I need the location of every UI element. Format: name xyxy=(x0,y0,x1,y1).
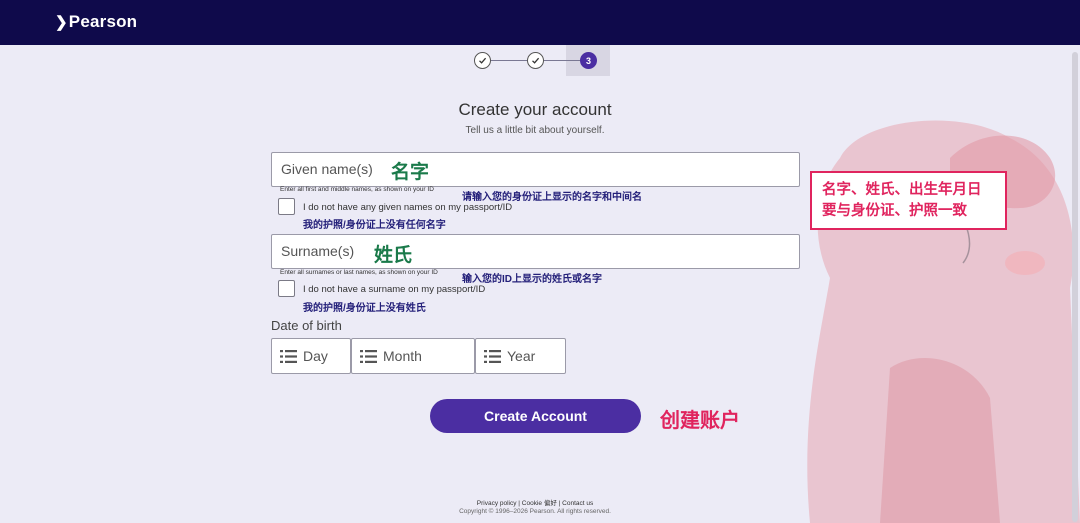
annotation-create-account: 创建账户 xyxy=(660,410,740,432)
annotation-note-line1: 名字、姓氏、出生年月日 xyxy=(822,182,982,198)
step-2-complete xyxy=(527,52,544,69)
check-icon xyxy=(479,57,487,64)
stepper-connector xyxy=(491,60,527,61)
list-icon xyxy=(484,349,501,363)
annotation-given-name: 名字 xyxy=(391,162,430,183)
surname-help: Enter all surnames or last names, as sho… xyxy=(280,269,438,276)
check-icon xyxy=(532,57,540,64)
footer-links[interactable]: Privacy policy | Cookie 偏好 | Contact us xyxy=(0,497,1070,507)
logo-text: Pearson xyxy=(68,12,138,31)
no-surname-checkbox[interactable] xyxy=(278,280,295,297)
footer-copyright: Copyright © 1996–2026 Pearson. All right… xyxy=(459,508,611,515)
given-name-input[interactable]: Given name(s) xyxy=(271,152,800,187)
dob-month-value: Month xyxy=(383,348,422,364)
given-name-help: Enter all first and middle names, as sho… xyxy=(280,186,434,193)
top-bar: ❯Pearson xyxy=(0,0,1080,45)
surname-placeholder: Surname(s) xyxy=(281,243,355,259)
list-icon xyxy=(280,349,297,363)
list-icon xyxy=(360,349,377,363)
pearson-logo[interactable]: ❯Pearson xyxy=(55,12,137,32)
dob-day-select[interactable]: Day xyxy=(271,338,351,374)
annotation-note-box: 名字、姓氏、出生年月日 要与身份证、护照一致 xyxy=(810,171,1007,230)
no-given-name-label[interactable]: I do not have any given names on my pass… xyxy=(303,202,512,213)
annotation-given-help: 请输入您的身份证上显示的名字和中间名 xyxy=(462,192,642,203)
page-subtitle: Tell us a little bit about yourself. xyxy=(465,125,605,136)
dob-day-value: Day xyxy=(303,348,328,364)
no-given-name-checkbox[interactable] xyxy=(278,198,295,215)
annotation-note-line2: 要与身份证、护照一致 xyxy=(822,203,967,219)
create-account-button[interactable]: Create Account xyxy=(430,399,641,433)
given-name-placeholder: Given name(s) xyxy=(281,161,373,177)
page-title: Create your account xyxy=(458,100,612,119)
annotation-surname-help: 输入您的ID上显示的姓氏或名字 xyxy=(462,274,602,285)
scrollbar[interactable] xyxy=(1072,52,1078,522)
annotation-surname: 姓氏 xyxy=(374,245,413,266)
dob-year-select[interactable]: Year xyxy=(475,338,566,374)
stepper-connector xyxy=(544,60,580,61)
surname-input[interactable]: Surname(s) xyxy=(271,234,800,269)
step-3-active: 3 xyxy=(580,52,597,69)
step-1-complete xyxy=(474,52,491,69)
annotation-no-surname: 我的护照/身份证上没有姓氏 xyxy=(303,303,426,314)
no-surname-label[interactable]: I do not have a surname on my passport/I… xyxy=(303,284,485,295)
annotation-no-given: 我的护照/身份证上没有任何名字 xyxy=(303,220,446,231)
dob-label: Date of birth xyxy=(271,318,342,333)
dob-year-value: Year xyxy=(507,348,536,364)
pearson-mark-icon: ❯ xyxy=(55,14,68,31)
dob-month-select[interactable]: Month xyxy=(351,338,475,374)
